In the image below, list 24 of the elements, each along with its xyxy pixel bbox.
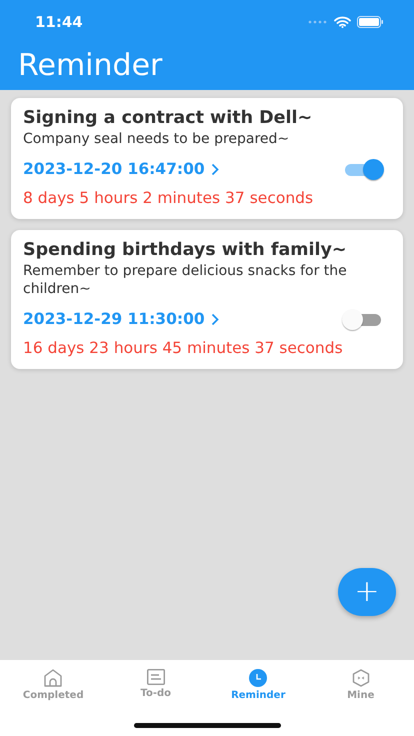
reminder-note: Company seal needs to be prepared~ [23,130,290,148]
reminder-title: Spending birthdays with family~ [23,239,348,261]
reminder-note: Remember to prepare delicious snacks for the children~ [23,262,348,298]
reminder-datetime[interactable]: 2023-12-20 16:47:00 [23,160,219,178]
page-title: Reminder [17,47,164,85]
reminder-datetime[interactable]: 2023-12-29 11:30:00 [23,310,219,328]
add-button[interactable]: + [338,568,396,616]
wifi-icon [334,16,351,28]
chevron-icon [210,312,219,326]
reminder-title: Signing a contract with Dell~ [23,107,314,129]
clock-icon [249,669,268,687]
countdown-text: 8 days 5 hours 2 minutes 37 seconds [23,188,314,208]
tab-item[interactable]: To-do [104,660,207,708]
tab-item[interactable]: Reminder [207,660,310,708]
tab-item[interactable]: Completed [2,660,104,708]
signal-icon [308,20,328,24]
countdown-text: 16 days 23 hours 45 minutes 37 seconds [23,338,344,358]
cube-icon [352,669,370,687]
home-icon [43,669,64,687]
status-time: 11:44 [35,13,83,31]
battery-icon [357,16,384,28]
tab-item[interactable]: Mine [310,660,412,708]
note-icon [146,669,165,685]
chevron-icon [210,162,219,176]
